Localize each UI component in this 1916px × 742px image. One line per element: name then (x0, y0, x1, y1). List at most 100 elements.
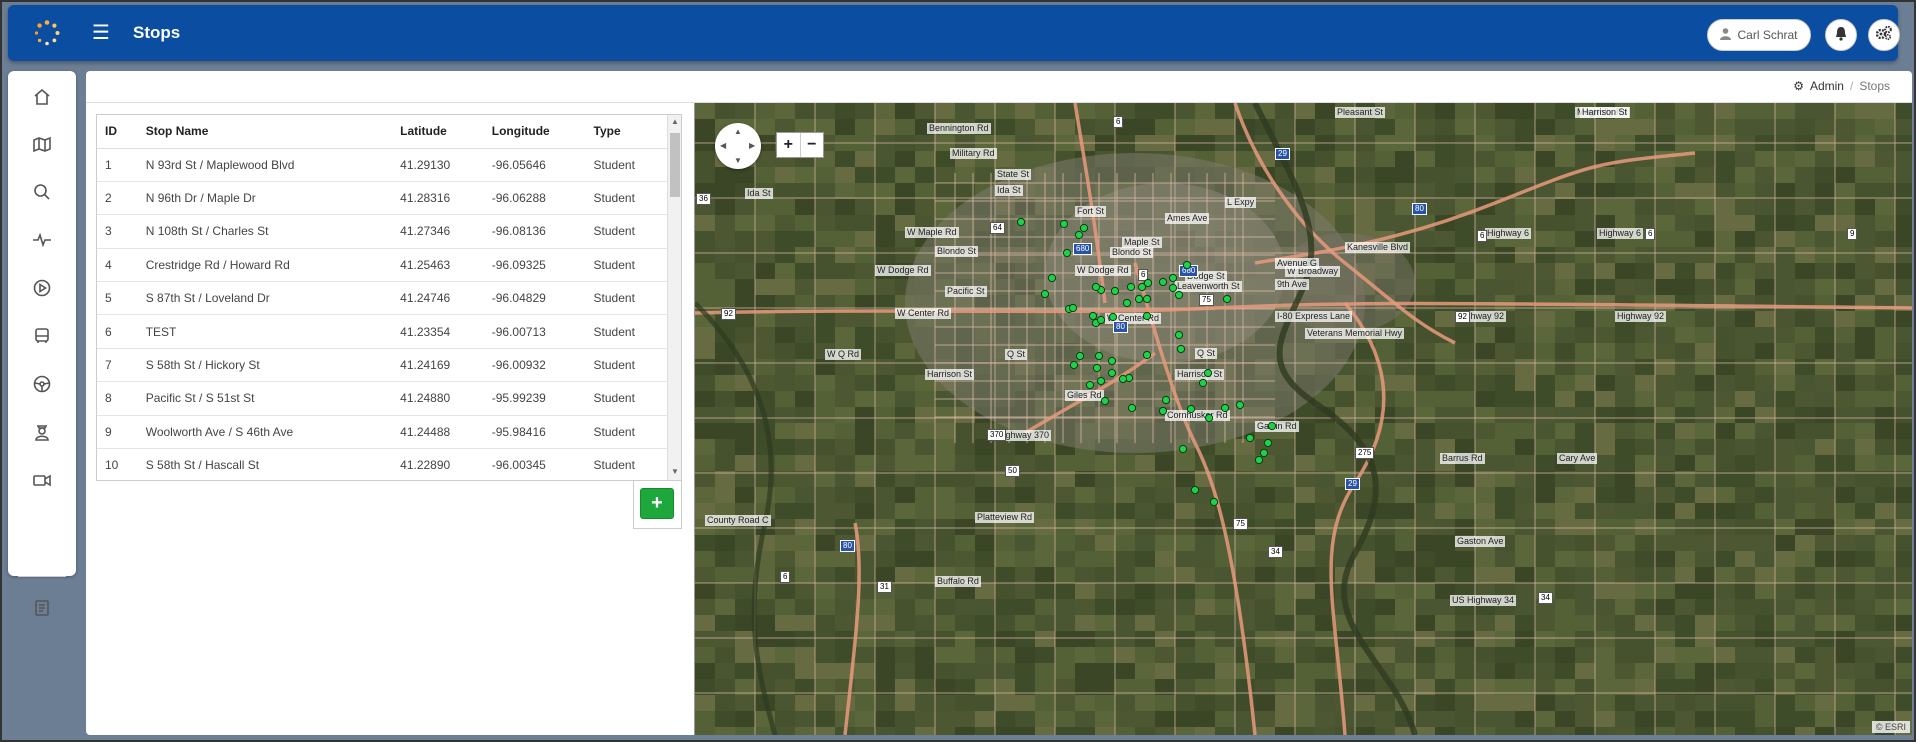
sidebar-item-activity[interactable] (30, 228, 54, 252)
stop-marker[interactable] (1088, 311, 1098, 321)
stop-marker[interactable] (1176, 344, 1186, 354)
breadcrumb-admin-link[interactable]: Admin (1810, 79, 1844, 93)
stop-marker[interactable] (1127, 403, 1137, 413)
sidebar-item-students[interactable] (30, 420, 54, 444)
table-row[interactable]: 1N 93rd St / Maplewood Blvd 41.29130 -96.0… (97, 148, 667, 182)
stop-marker[interactable] (1222, 294, 1232, 304)
column-header[interactable]: Latitude (392, 115, 484, 149)
stop-marker[interactable] (1142, 311, 1152, 321)
column-header[interactable]: Type (585, 115, 667, 149)
pan-up-icon[interactable]: ▲ (734, 127, 742, 136)
stop-marker[interactable] (1075, 351, 1085, 361)
stop-marker[interactable] (1198, 378, 1208, 388)
sidebar-item-buses[interactable] (30, 324, 54, 348)
stop-marker[interactable] (1142, 350, 1152, 360)
hamburger-icon[interactable]: ☰ (92, 23, 112, 43)
stop-marker[interactable] (1118, 374, 1128, 384)
stop-marker[interactable] (1158, 277, 1168, 287)
stop-marker[interactable] (1092, 363, 1102, 373)
stop-marker[interactable] (1068, 303, 1078, 313)
stop-marker[interactable] (1107, 368, 1117, 378)
sidebar-item-search[interactable] (30, 180, 54, 204)
scroll-thumb[interactable] (670, 133, 680, 197)
add-stop-button[interactable]: + (640, 488, 674, 519)
table-row[interactable]: 7S 58th St / Hickory St 41.24169 -96.00932… (97, 348, 667, 383)
scroll-down-icon[interactable]: ▼ (670, 467, 680, 477)
stop-marker[interactable] (1108, 312, 1118, 322)
pan-right-icon[interactable]: ▶ (749, 141, 755, 150)
map-pan-control[interactable]: ▲ ▼ ◀ ▶ (715, 123, 761, 169)
stop-marker[interactable] (1174, 330, 1184, 340)
stop-marker[interactable] (1168, 273, 1178, 283)
stop-marker[interactable] (1245, 433, 1255, 443)
table-scrollbar[interactable]: ▲ ▼ (667, 115, 681, 480)
sidebar-item-map[interactable] (30, 132, 54, 156)
pan-left-icon[interactable]: ◀ (720, 141, 726, 150)
stop-marker[interactable] (1259, 448, 1269, 458)
stop-marker[interactable] (1069, 360, 1079, 370)
table-row[interactable]: 6 TEST 41.23354 -96.00713 Student (97, 314, 667, 349)
stop-marker[interactable] (1186, 404, 1196, 414)
stop-marker[interactable] (1178, 444, 1188, 454)
column-header[interactable]: Longitude (483, 115, 586, 149)
stop-marker[interactable] (1174, 290, 1184, 300)
stop-marker[interactable] (1158, 406, 1168, 416)
stop-marker[interactable] (1096, 376, 1106, 386)
sidebar-item-home[interactable] (30, 85, 54, 109)
stop-marker[interactable] (1122, 298, 1132, 308)
map-view[interactable]: Bennington Rd Military Rd State St Ida St Id… (694, 103, 1912, 735)
notifications-button[interactable] (1825, 19, 1857, 51)
stop-marker[interactable] (1263, 438, 1273, 448)
stop-marker[interactable] (1085, 380, 1095, 390)
scroll-up-icon[interactable]: ▲ (670, 117, 680, 127)
stop-marker[interactable] (1235, 400, 1245, 410)
sidebar-item-video[interactable] (30, 468, 54, 492)
stop-marker[interactable] (1091, 282, 1101, 292)
zoom-in-button[interactable]: + (777, 133, 801, 157)
table-row[interactable]: 8 Pacific St / S 51st St 41.24880 -95.99239… (97, 381, 667, 416)
table-row[interactable]: 2N 96th Dr / Maple Dr 41.28316 -96.06288 St… (97, 181, 667, 216)
table-row[interactable]: 4 Crestridge Rd / Howard Rd 41.25463 -96.09… (97, 248, 667, 283)
stop-marker[interactable] (1190, 485, 1200, 495)
settings-button[interactable] (1868, 19, 1900, 51)
column-header[interactable]: Stop Name (137, 115, 393, 149)
stop-marker[interactable] (1079, 223, 1089, 233)
column-header[interactable]: ID (97, 115, 138, 149)
stop-marker[interactable] (1134, 294, 1144, 304)
table-row[interactable]: 9 Woolworth Ave / S 46th Ave 41.24488 -95.9… (97, 415, 667, 450)
pan-down-icon[interactable]: ▼ (734, 156, 742, 165)
table-row[interactable]: 5S 87th St / Loveland Dr 41.24746 -96.0482… (97, 281, 667, 316)
stop-marker[interactable] (1016, 217, 1026, 227)
stop-marker[interactable] (1074, 230, 1084, 240)
stop-marker[interactable] (1107, 356, 1117, 366)
stop-marker[interactable] (1267, 421, 1277, 431)
stop-marker[interactable] (1094, 351, 1104, 361)
stop-marker[interactable] (1161, 395, 1171, 405)
stop-marker[interactable] (1220, 403, 1230, 413)
table-row[interactable]: 3N 108th St / Charles St 41.27346 -96.0813… (97, 214, 667, 249)
table-cell: 41.24746 (392, 281, 484, 316)
stop-marker[interactable] (1143, 278, 1153, 288)
stop-marker[interactable] (1059, 219, 1069, 229)
stop-marker[interactable] (1110, 286, 1120, 296)
user-menu-button[interactable]: Carl Schrat (1707, 19, 1811, 51)
sidebar-item-reports[interactable] (30, 596, 54, 620)
stop-marker[interactable] (1040, 289, 1050, 299)
stop-marker[interactable] (1126, 282, 1136, 292)
zoom-out-button[interactable]: − (801, 133, 824, 157)
stop-marker[interactable] (1209, 497, 1219, 507)
sidebar-item-playback[interactable] (30, 276, 54, 300)
stop-marker[interactable] (1096, 315, 1106, 325)
stop-marker[interactable] (1168, 283, 1178, 293)
stop-marker[interactable] (1142, 294, 1152, 304)
sidebar-item-drivers[interactable] (30, 372, 54, 396)
spinner-logo-icon[interactable] (33, 19, 61, 47)
stop-marker[interactable] (1100, 396, 1110, 406)
stop-marker[interactable] (1062, 248, 1072, 258)
stop-marker[interactable] (1047, 273, 1057, 283)
stop-marker[interactable] (1182, 260, 1192, 270)
stop-marker[interactable] (1254, 455, 1264, 465)
stop-marker[interactable] (1204, 413, 1214, 423)
stop-marker[interactable] (1203, 368, 1213, 378)
table-row[interactable]: 10 S 58th St / Hascall St 41.22890 -96.0034… (97, 448, 667, 480)
